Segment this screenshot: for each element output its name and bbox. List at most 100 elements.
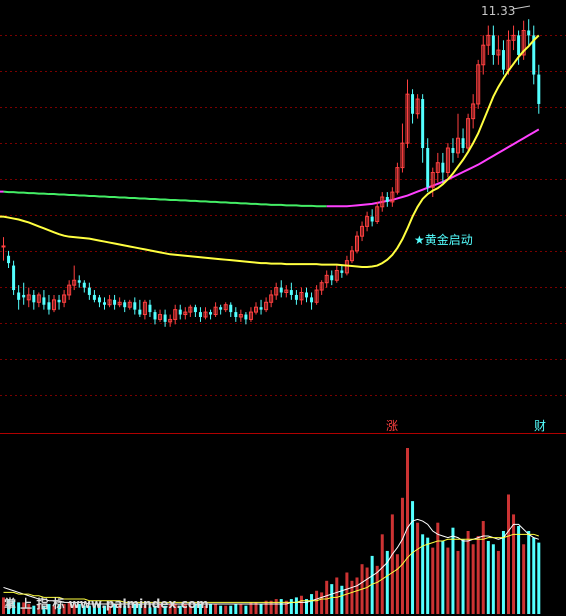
candle-body [82,282,86,288]
candle-body [461,138,465,149]
volume-bar [517,526,521,614]
volume-bar [496,550,500,614]
candle-body [17,292,21,300]
volume-bar [330,584,334,614]
stock-chart: 11.33 ★黄金启动 涨 财 掌 上 指 标 www.palmindex.co… [0,0,566,616]
volume-bar [234,604,238,614]
candle-body [77,280,81,283]
volume-bar [532,537,536,614]
candle-body [219,307,223,310]
volume-bar [431,547,435,614]
candle-body [193,307,197,313]
candle-body [527,30,531,36]
candle-body [451,148,455,153]
volume-bar [335,577,339,614]
candle-body [421,99,425,149]
volume-bar [279,599,283,614]
candle [476,59,481,109]
candle-body [57,299,61,303]
candle-body [330,275,334,281]
candle-body [113,299,117,305]
candle-body [234,312,238,317]
candle-body [42,297,46,305]
chart-background [0,0,566,616]
candle [395,162,400,195]
volume-bar [365,567,369,614]
candle-body [294,294,298,300]
volume-bar [310,594,314,614]
volume-bar [436,522,440,614]
candle-body [198,312,202,317]
candle-body [411,94,415,114]
volume-bar [244,605,248,614]
candle-body [1,245,6,248]
volume-bar [400,497,404,614]
candle-body [163,314,167,322]
candle-body [426,148,430,188]
volume-bar [219,605,223,614]
candle-body [12,265,16,291]
candle [445,143,450,178]
volume-bar [522,544,526,614]
candle-body [491,35,495,55]
candle-body [138,309,142,315]
volume-bar [259,604,263,614]
candle-body [148,304,152,313]
volume-bar [471,544,475,614]
candle-body [32,294,36,303]
candle-body [133,302,137,310]
candle-body [289,290,293,295]
candle-body [279,287,283,293]
volume-bar [491,544,495,614]
watermark: 掌 上 指 标 www.palmindex.com [4,596,209,611]
volume-bar [446,547,450,614]
volume-bar [481,521,485,614]
volume-bar [486,540,490,614]
candle-body [340,270,344,273]
volume-bar [289,599,293,614]
volume-bar [395,554,399,614]
volume-bar [214,604,218,614]
volume-bar [315,590,319,614]
candle-body [229,304,233,313]
candle [12,260,16,295]
volume-bar [512,514,516,614]
volume-bar [461,539,465,614]
candle-body [537,74,541,104]
candle-body [441,162,445,173]
volume-bar [224,605,228,614]
volume-bar [537,542,541,614]
candle-body [501,50,505,70]
candle-body [305,292,308,298]
high-price-label: 11.33 [481,4,515,18]
volume-bar [299,595,303,614]
volume-bar [441,540,445,614]
volume-bar [426,537,430,614]
volume-bar [380,534,384,614]
marker-rise: 涨 [386,418,398,433]
volume-bar [239,604,243,614]
volume-bar [466,531,470,614]
volume-bar [229,605,233,614]
candle-body [47,302,51,310]
candle-body [209,312,213,315]
candle-body [153,312,157,320]
volume-bar [456,550,460,614]
volume-bar [209,604,213,614]
volume-bar [390,514,394,614]
candle-body [7,255,11,264]
candle-body [103,302,106,305]
volume-bar [294,597,298,614]
candle-body [385,197,389,202]
volume-bar [416,522,420,614]
volume-bar [411,501,415,614]
candle [466,113,471,153]
volume-bar [350,580,354,614]
candle-body [22,294,26,298]
volume-bar [507,494,510,614]
volume-bar [355,577,359,614]
candle-body [178,309,182,315]
volume-bar [320,592,324,614]
volume-bar [451,527,455,614]
volume-bar [325,580,329,614]
